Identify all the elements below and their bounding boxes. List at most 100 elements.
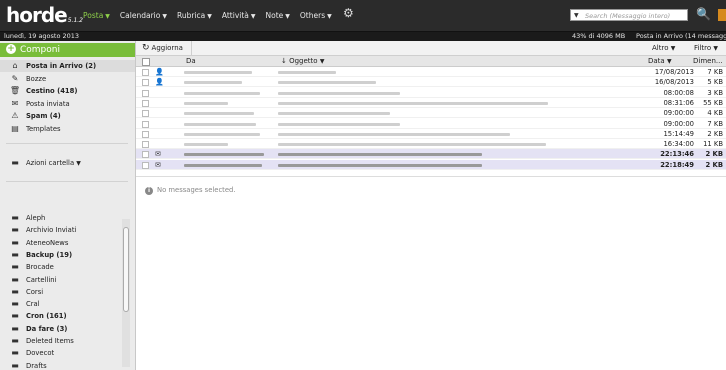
folder-item[interactable]: ▬ Da fare (3) — [0, 323, 135, 335]
row-date: 17/08/2013 — [654, 68, 694, 76]
row-checkbox[interactable] — [142, 110, 149, 118]
row-from-redacted — [184, 132, 260, 136]
contact-icon: 👤 — [155, 68, 164, 76]
search-options-button[interactable] — [718, 9, 726, 21]
folder-item[interactable]: ▬ Drafts — [0, 360, 135, 370]
row-checkbox[interactable] — [142, 79, 149, 87]
row-size: 7 KB — [707, 68, 723, 76]
nav-item-calendario[interactable]: Calendario ▼ — [115, 11, 172, 20]
chevron-down-icon: ▼ — [327, 13, 332, 20]
row-from-redacted — [184, 153, 264, 157]
table-row[interactable]: ✉ 22:18:49 2 KB — [136, 159, 726, 170]
column-size[interactable]: Dimen... — [693, 56, 723, 66]
folder-item[interactable]: ▬ Cral — [0, 298, 135, 310]
table-row[interactable]: 09:00:00 4 KB — [136, 108, 726, 119]
row-subject-redacted — [278, 122, 400, 126]
sent-icon: ✉ — [11, 98, 19, 108]
column-from[interactable]: Da — [186, 56, 196, 66]
folder-icon: ▬ — [11, 213, 19, 222]
table-row[interactable]: 15:14:49 2 KB — [136, 129, 726, 139]
folder-item[interactable]: ▬ Cartellini — [0, 274, 135, 286]
plus-icon: + — [6, 43, 16, 54]
envelope-icon: ✉ — [155, 160, 161, 169]
sidebar-item-cestino[interactable]: 🗑 Cestino (418) — [0, 85, 135, 97]
table-row[interactable]: ✉ 22:13:46 2 KB — [136, 149, 726, 160]
row-date: 15:14:49 — [663, 129, 694, 138]
sidebar-item-bozze[interactable]: ✎ Bozze — [0, 73, 135, 85]
folder-icon: ▬ — [11, 158, 19, 167]
folder-item[interactable]: ▬ AteneoNews — [0, 237, 135, 249]
table-row[interactable]: 08:00:08 3 KB — [136, 88, 726, 98]
row-subject-redacted — [278, 143, 546, 147]
folder-item[interactable]: ▬ Corsi — [0, 286, 135, 298]
row-subject-redacted — [278, 163, 482, 167]
chevron-down-icon: ▼ — [250, 13, 256, 20]
filter-menu-button[interactable]: Filtro ▼ — [694, 43, 718, 54]
column-date[interactable]: Data ▼ — [648, 56, 672, 67]
more-menu-button[interactable]: Altro ▼ — [652, 43, 675, 54]
spam-icon: ⚠ — [11, 111, 19, 120]
table-row[interactable]: 16:34:00 11 KB — [136, 139, 726, 150]
search-icon[interactable]: 🔍 — [696, 7, 711, 21]
table-row[interactable]: 👤 16/08/2013 5 KB — [136, 77, 726, 88]
folder-icon: ▬ — [11, 237, 19, 247]
row-size: 4 KB — [707, 109, 723, 118]
folder-item[interactable]: ▬ Deleted Items — [0, 335, 135, 347]
row-size: 7 KB — [707, 119, 723, 128]
folder-item[interactable]: ▬ Dovecot — [0, 347, 135, 359]
select-all-checkbox[interactable] — [142, 58, 150, 66]
folder-item[interactable]: ▬ Brocade — [0, 261, 135, 273]
trash-icon: 🗑 — [9, 86, 21, 95]
row-date: 22:13:46 — [660, 150, 694, 159]
row-checkbox[interactable] — [142, 141, 149, 149]
nav-item-note[interactable]: Note ▼ — [261, 11, 295, 20]
current-date: lunedì, 19 agosto 2013 — [4, 32, 80, 40]
refresh-button[interactable]: ↻ Aggiorna — [142, 43, 183, 53]
folder-sidebar: + Componi ⌂ Posta in Arrivo (2) ✎ Bozze 🗑 Cest… — [0, 41, 136, 370]
search-input[interactable]: ▼ Search (Messaggio intero) — [570, 9, 688, 21]
row-checkbox[interactable] — [142, 161, 149, 169]
row-checkbox[interactable] — [142, 69, 149, 76]
folder-item[interactable]: ▬ Backup (19) — [0, 249, 135, 261]
row-checkbox[interactable] — [142, 99, 149, 107]
nav-item-posta[interactable]: Posta ▼ — [78, 11, 115, 20]
nav-item-attività[interactable]: Attività ▼ — [217, 11, 261, 20]
sidebar-item-posta[interactable]: ✉ Posta inviata — [0, 98, 135, 110]
row-date: 08:31:06 — [663, 98, 694, 107]
column-subject[interactable]: ↓ Oggetto ▼ — [281, 56, 324, 67]
preview-splitter[interactable] — [136, 176, 726, 177]
row-checkbox[interactable] — [142, 151, 149, 159]
contact-icon: 👤 — [155, 78, 164, 87]
folder-item[interactable]: ▬ Cron (161) — [0, 310, 135, 322]
row-from-redacted — [184, 91, 260, 95]
gear-icon[interactable]: ⚙ — [343, 6, 354, 20]
folder-item[interactable]: ▬ Aleph — [0, 212, 135, 224]
current-folder-status: Posta in Arrivo (14 messaggi) — [636, 32, 726, 40]
nav-item-rubrica[interactable]: Rubrica ▼ — [172, 11, 217, 20]
row-date: 16/08/2013 — [654, 78, 694, 87]
table-row[interactable]: 08:31:06 55 KB — [136, 98, 726, 108]
preview-pane: i No messages selected. — [145, 186, 236, 195]
top-bar: horde5.1.2 Posta ▼ Calendario ▼ Rubrica ▼ Atti… — [0, 0, 726, 32]
table-row[interactable]: 09:00:00 7 KB — [136, 119, 726, 129]
sidebar-item-spam[interactable]: ⚠ Spam (4) — [0, 110, 135, 122]
sidebar-item-templates[interactable]: ▤ Templates — [0, 123, 135, 135]
compose-button[interactable]: + Componi — [0, 43, 135, 57]
templates-icon: ▤ — [11, 123, 19, 133]
folder-actions-button[interactable]: ▬ Azioni cartella ▼ — [0, 157, 135, 169]
row-checkbox[interactable] — [142, 120, 149, 128]
folder-item[interactable]: ▬ Archivio Inviati — [0, 224, 135, 236]
folder-icon: ▬ — [11, 299, 19, 309]
row-from-redacted — [184, 81, 242, 85]
sidebar-scrollbar[interactable] — [122, 219, 130, 367]
divider — [6, 143, 128, 144]
divider — [6, 181, 128, 182]
horde-logo[interactable]: horde5.1.2 — [6, 3, 83, 27]
sidebar-scrollbar-thumb[interactable] — [123, 227, 129, 312]
row-checkbox[interactable] — [142, 130, 149, 138]
sidebar-item-posta[interactable]: ⌂ Posta in Arrivo (2) — [0, 60, 135, 72]
table-row[interactable]: 👤 17/08/2013 7 KB — [136, 67, 726, 77]
row-checkbox[interactable] — [142, 89, 149, 97]
nav-item-others[interactable]: Others ▼ — [295, 11, 337, 20]
search-scope-dropdown-icon[interactable]: ▼ — [574, 10, 579, 22]
